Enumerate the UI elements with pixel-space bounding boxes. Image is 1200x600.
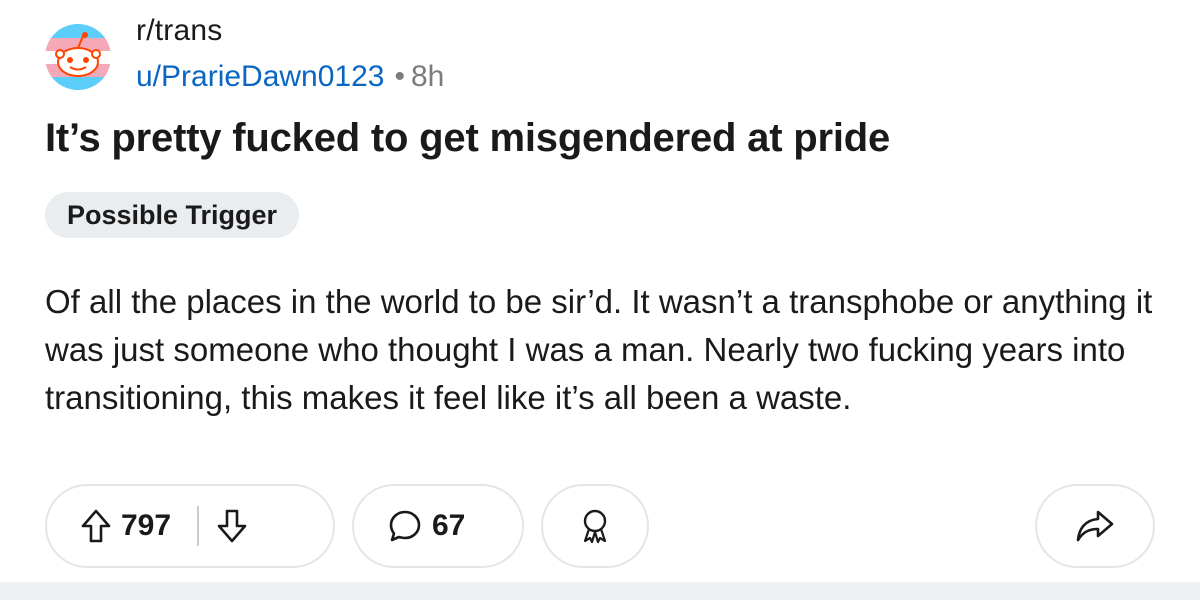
arrow-up-icon[interactable] xyxy=(81,509,111,543)
post-flair[interactable]: Possible Trigger xyxy=(45,192,300,238)
reddit-snoo-icon xyxy=(45,24,111,90)
speech-bubble-icon xyxy=(388,509,422,543)
post-title[interactable]: It’s pretty fucked to get misgendered at… xyxy=(45,116,890,161)
post-age: 8h xyxy=(411,60,445,93)
upvote-count: 797 xyxy=(121,509,172,542)
award-ribbon-icon xyxy=(577,508,613,544)
post-body: Of all the places in the world to be sir… xyxy=(45,283,1153,416)
comment-count: 67 xyxy=(432,509,466,542)
comments-button[interactable]: 67 xyxy=(352,484,524,568)
meta-separator: • xyxy=(394,60,405,93)
author-link[interactable]: u/PrarieDawn0123 xyxy=(136,60,384,93)
vote-pill: 797 xyxy=(45,484,335,568)
arrow-down-icon[interactable] xyxy=(217,509,247,543)
subreddit-avatar[interactable] xyxy=(45,24,111,90)
share-arrow-icon xyxy=(1075,509,1115,543)
post-meta: u/PrarieDawn0123 • 8h xyxy=(136,60,444,94)
award-button[interactable] xyxy=(541,484,649,568)
vote-divider xyxy=(197,506,200,546)
feed-divider xyxy=(0,582,1200,600)
share-button[interactable] xyxy=(1035,484,1155,568)
subreddit-name[interactable]: r/trans xyxy=(136,14,222,48)
